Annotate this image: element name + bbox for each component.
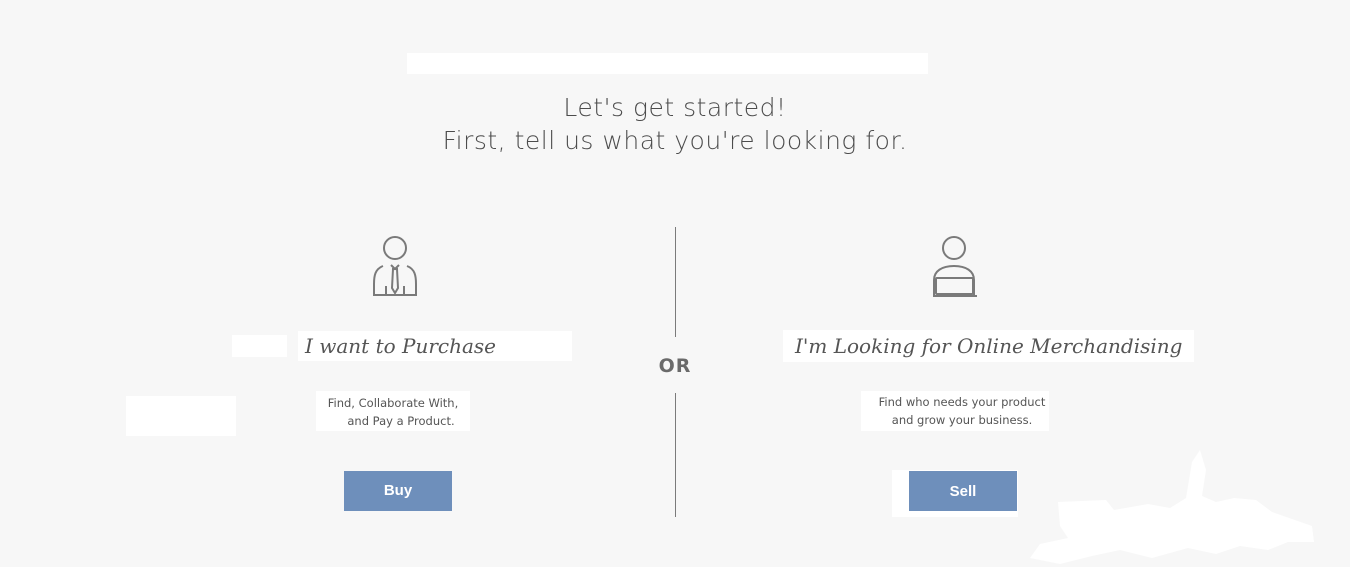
sell-option-description-line2: and grow your business. bbox=[891, 413, 1033, 427]
redaction-patch-left-title bbox=[232, 335, 287, 357]
sell-button[interactable]: Sell bbox=[909, 471, 1017, 511]
redaction-patch-left-desc bbox=[126, 396, 236, 436]
white-scribble-artifact bbox=[1030, 450, 1314, 564]
buy-option-title: I want to Purchase bbox=[305, 334, 497, 358]
vertical-divider-bottom bbox=[675, 393, 676, 517]
buy-option-description-line2: and Pay a Product. bbox=[347, 414, 455, 428]
redaction-patch-top bbox=[407, 53, 928, 74]
buy-button[interactable]: Buy bbox=[344, 471, 452, 511]
sell-option-title: I'm Looking for Online Merchandising bbox=[795, 334, 1183, 358]
or-separator: OR bbox=[658, 355, 692, 377]
page-subheading: First, tell us what you're looking for. bbox=[442, 126, 908, 155]
buyer-person-tie-icon bbox=[372, 236, 418, 298]
page-heading: Let's get started! bbox=[563, 93, 787, 122]
sell-option-description-line1: Find who needs your product bbox=[878, 395, 1046, 409]
vertical-divider-top bbox=[675, 227, 676, 337]
seller-person-laptop-icon bbox=[931, 236, 979, 298]
buy-option-description-line1: Find, Collaborate With, bbox=[327, 396, 459, 410]
